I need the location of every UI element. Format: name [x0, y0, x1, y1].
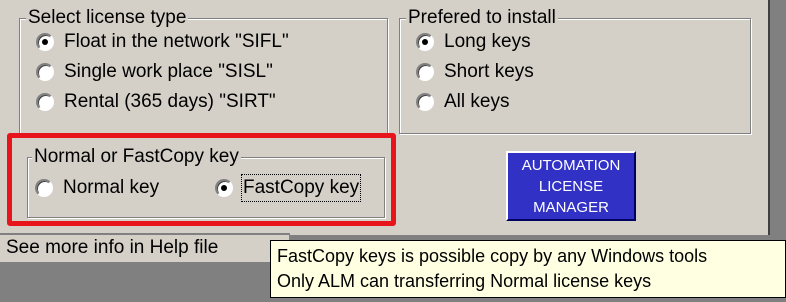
radio-button-icon[interactable] [416, 63, 434, 81]
radio-rental-label: Rental (365 days) "SIRT" [64, 91, 276, 112]
automation-license-manager-button[interactable]: AUTOMATION LICENSE MANAGER [506, 151, 636, 221]
tooltip-line2: Only ALM can transferring Normal license… [277, 271, 652, 291]
alm-button-line3: MANAGER [533, 199, 609, 216]
radio-float-network[interactable]: Float in the network "SIFL" [36, 30, 289, 54]
radio-button-icon[interactable] [416, 93, 434, 111]
tooltip: FastCopy keys is possible copy by any Wi… [270, 240, 786, 298]
radio-long-keys[interactable]: Long keys [416, 30, 531, 54]
alm-button-line1: AUTOMATION [521, 157, 621, 174]
radio-button-checked-icon[interactable] [36, 33, 54, 51]
right-border [768, 0, 786, 235]
radio-long-keys-label: Long keys [444, 31, 531, 52]
radio-single-work-place[interactable]: Single work place "SISL" [36, 60, 273, 84]
radio-rental[interactable]: Rental (365 days) "SIRT" [36, 90, 276, 114]
radio-single-work-place-label: Single work place "SISL" [64, 61, 273, 82]
radio-short-keys-label: Short keys [444, 61, 534, 82]
alm-button-line2: LICENSE [538, 178, 604, 195]
radio-all-keys-label: All keys [444, 91, 510, 112]
license-type-group: Select license type Float in the network… [19, 6, 388, 134]
install-preference-title: Prefered to install [406, 6, 558, 30]
status-bar: See more info in Help file [0, 233, 290, 263]
radio-all-keys[interactable]: All keys [416, 90, 509, 114]
install-preference-group: Prefered to install Long keys Short keys… [399, 6, 751, 134]
radio-short-keys[interactable]: Short keys [416, 60, 534, 84]
radio-button-icon[interactable] [36, 93, 54, 111]
highlight-box [7, 133, 396, 226]
radio-float-network-label: Float in the network "SIFL" [64, 31, 289, 52]
tooltip-line1: FastCopy keys is possible copy by any Wi… [277, 246, 708, 266]
radio-button-checked-icon[interactable] [416, 33, 434, 51]
radio-button-icon[interactable] [36, 63, 54, 81]
license-type-title: Select license type [26, 6, 189, 30]
